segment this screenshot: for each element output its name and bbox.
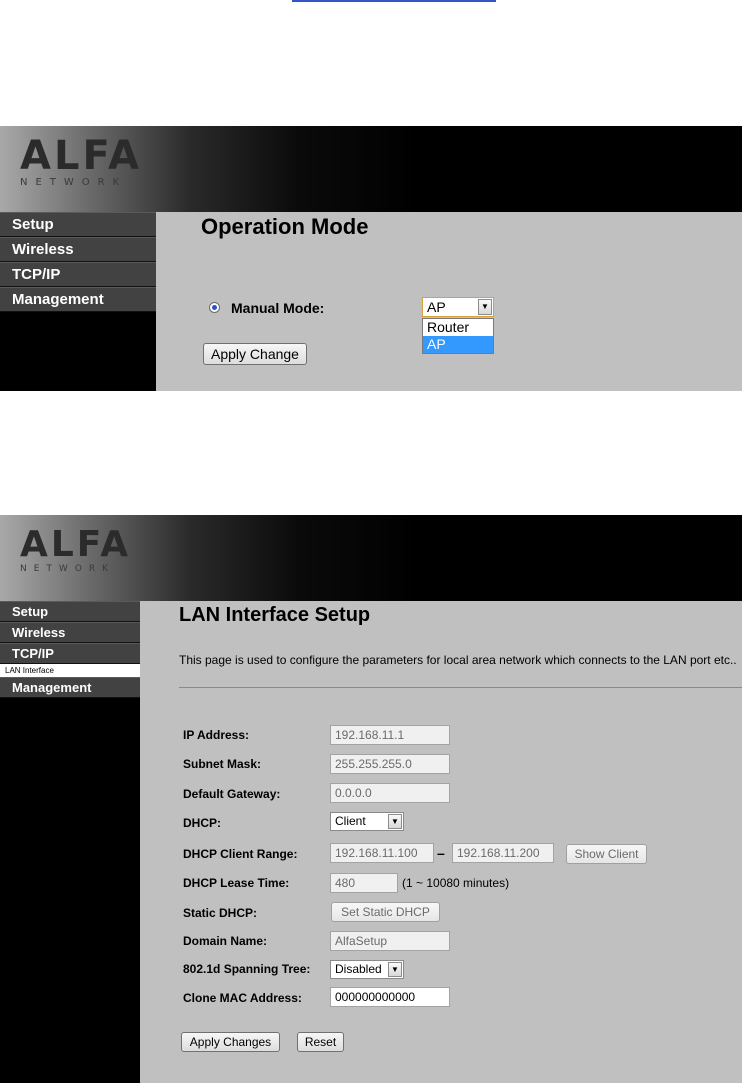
- dhcp-range-start-input[interactable]: 192.168.11.100: [330, 843, 434, 863]
- dhcp-range-end-input[interactable]: 192.168.11.200: [452, 843, 554, 863]
- show-client-button[interactable]: Show Client: [566, 844, 647, 864]
- dhcp-lease-time-input[interactable]: 480: [330, 873, 398, 893]
- subnet-mask-label: Subnet Mask:: [183, 757, 262, 771]
- page-title: LAN Interface Setup: [179, 604, 371, 626]
- chevron-down-icon[interactable]: ▼: [388, 814, 402, 829]
- lan-interface-content: LAN Interface Setup This page is used to…: [140, 601, 742, 1083]
- sidebar-nav: Setup Wireless TCP/IP Management: [0, 212, 156, 312]
- mode-select-value: AP: [427, 299, 446, 315]
- operation-mode-screenshot: ALFA NETWORK Setup Wireless TCP/IP Manag…: [0, 126, 742, 391]
- mode-select[interactable]: AP ▼: [422, 297, 494, 317]
- nav-item-tcpip[interactable]: TCP/IP: [0, 643, 140, 664]
- nav-item-management[interactable]: Management: [0, 287, 156, 312]
- default-gateway-label: Default Gateway:: [183, 787, 281, 801]
- range-dash: –: [437, 845, 445, 861]
- nav-subitem-lan-interface[interactable]: LAN Interface: [0, 664, 140, 677]
- chevron-down-icon[interactable]: ▼: [388, 962, 402, 977]
- apply-change-button[interactable]: Apply Change: [203, 343, 307, 365]
- operation-mode-content: Operation Mode Manual Mode: AP ▼ Router …: [156, 212, 742, 391]
- logo-subtitle: NETWORK: [20, 564, 116, 574]
- nav-item-management[interactable]: Management: [0, 677, 140, 698]
- ip-address-input[interactable]: 192.168.11.1: [330, 725, 450, 745]
- dhcp-label: DHCP:: [183, 816, 221, 830]
- nav-item-wireless[interactable]: Wireless: [0, 237, 156, 262]
- chevron-down-icon[interactable]: ▼: [478, 299, 492, 315]
- domain-name-input[interactable]: AlfaSetup: [330, 931, 450, 951]
- clone-mac-input[interactable]: 000000000000: [330, 987, 450, 1007]
- alfa-network-logo: ALFA NETWORK: [20, 136, 142, 188]
- domain-name-label: Domain Name:: [183, 934, 268, 948]
- logo-word: ALFA: [20, 133, 143, 179]
- manual-mode-label: Manual Mode:: [231, 300, 325, 316]
- nav-item-wireless[interactable]: Wireless: [0, 622, 140, 643]
- page-description: This page is used to configure the param…: [179, 653, 737, 667]
- spanning-tree-select-value: Disabled: [335, 962, 382, 976]
- mode-option-ap[interactable]: AP: [423, 336, 493, 353]
- spanning-tree-label: 802.1d Spanning Tree:: [183, 962, 311, 976]
- alfa-network-logo: ALFA NETWORK: [20, 527, 131, 574]
- dhcp-select-value: Client: [335, 814, 366, 828]
- nav-item-setup[interactable]: Setup: [0, 212, 156, 237]
- set-static-dhcp-button[interactable]: Set Static DHCP: [331, 902, 440, 922]
- static-dhcp-label: Static DHCP:: [183, 906, 258, 920]
- header-banner: ALFA NETWORK: [0, 515, 742, 601]
- reset-button[interactable]: Reset: [297, 1032, 344, 1052]
- ip-address-label: IP Address:: [183, 728, 250, 742]
- manual-mode-radio[interactable]: [209, 302, 220, 313]
- subnet-mask-input[interactable]: 255.255.255.0: [330, 754, 450, 774]
- header-banner: ALFA NETWORK: [0, 126, 742, 212]
- lease-time-note: (1 ~ 10080 minutes): [402, 876, 510, 890]
- sidebar-nav: Setup Wireless TCP/IP LAN Interface Mana…: [0, 601, 140, 698]
- spanning-tree-select[interactable]: Disabled ▼: [330, 960, 404, 979]
- clone-mac-label: Clone MAC Address:: [183, 991, 302, 1005]
- mode-dropdown-list: Router AP: [422, 318, 494, 354]
- nav-item-setup[interactable]: Setup: [0, 601, 140, 622]
- page-title: Operation Mode: [201, 214, 369, 239]
- nav-item-tcpip[interactable]: TCP/IP: [0, 262, 156, 287]
- dhcp-lease-time-label: DHCP Lease Time:: [183, 876, 290, 890]
- lan-interface-screenshot: ALFA NETWORK Setup Wireless TCP/IP LAN I…: [0, 515, 742, 1083]
- mode-option-router[interactable]: Router: [423, 319, 493, 336]
- logo-word: ALFA: [20, 524, 132, 565]
- dhcp-client-range-label: DHCP Client Range:: [183, 847, 298, 861]
- divider: [179, 687, 742, 688]
- top-link-underline[interactable]: [292, 0, 496, 2]
- logo-subtitle: NETWORK: [20, 177, 128, 188]
- default-gateway-input[interactable]: 0.0.0.0: [330, 783, 450, 803]
- apply-changes-button[interactable]: Apply Changes: [181, 1032, 280, 1052]
- dhcp-select[interactable]: Client ▼: [330, 812, 404, 831]
